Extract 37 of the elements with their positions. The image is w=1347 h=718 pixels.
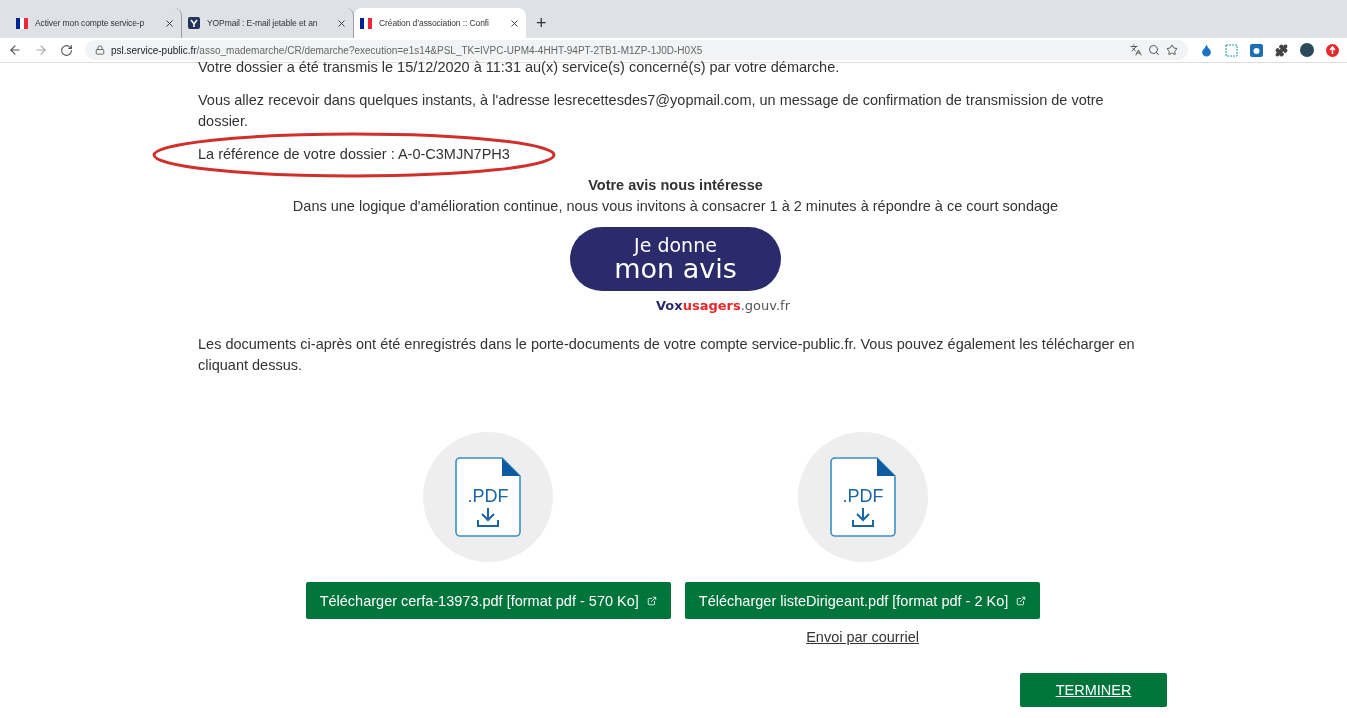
lock-icon (95, 45, 105, 55)
external-link-icon (646, 595, 657, 606)
survey-title: Votre avis nous intéresse (587, 176, 764, 195)
zoom-icon[interactable] (1148, 44, 1160, 56)
download-button[interactable]: Télécharger listeDirigeant.pdf [format pdf - 2 Ko] (684, 582, 1041, 619)
download-button[interactable]: Télécharger cerfa-13973.pdf [format pdf - 570 Ko] (305, 582, 671, 619)
transmission-text: Votre dossier a été transmis le 15/12/2020 à 11:31 au(x) service(s) concerné(s) par votre démarche. (198, 58, 841, 77)
external-link-icon (1016, 595, 1027, 606)
address-bar[interactable]: psl.service-public.fr/asso_mademarche/CR/demarche?execution=e1s14&PSL_TK=IVPC-UPM4-4HHT-94PT-2TB1-M1ZP-1J0D-H0X5 (85, 40, 1188, 60)
flag-icon (360, 17, 372, 29)
close-icon[interactable] (336, 17, 347, 29)
url-text: psl.service-public.fr/asso_mademarche/CR/demarche?execution=e1s14&PSL_TK=IVPC-UPM4-4HHT-94PT-2TB1-M1ZP-1J0D-H0X5 (111, 44, 703, 56)
finish-button[interactable]: TERMINER (1020, 673, 1167, 707)
bookmark-star-icon[interactable] (1166, 44, 1178, 56)
new-tab-button[interactable]: + (536, 13, 547, 38)
feedback-button[interactable]: Je donne mon avis (570, 227, 781, 291)
flag-icon (16, 17, 28, 29)
reload-icon[interactable] (60, 43, 73, 57)
translate-icon[interactable] (1130, 44, 1142, 56)
pdf-file-icon: .PDF (454, 456, 523, 538)
avatar-icon[interactable] (1300, 43, 1314, 57)
y-logo-icon (188, 17, 200, 29)
survey-text: Dans une logique d'amélioration continue, nous vous invitons à consacrer 1 à 2 minutes à répondre à ce court sondage (291, 197, 1060, 216)
voxusagers-logo: Voxusagers.gouv.fr (654, 297, 791, 315)
update-icon[interactable] (1326, 43, 1339, 57)
extensions-icon[interactable] (1275, 43, 1288, 57)
reference-text: La référence de votre dossier : A-0-C3MJN7PH3 (198, 144, 510, 165)
droplet-icon[interactable] (1200, 43, 1213, 57)
browser-tab[interactable]: Création d’association :: Confi (354, 8, 526, 38)
email-link[interactable]: Envoi par courriel (806, 627, 919, 648)
confirmation-text: Vous allez recevoir dans quelques instants, à l'adresse lesrecettesdes7@yopmail.com, un message de confirmation de transmission de votre dossier. (198, 91, 1105, 131)
pdf-file-icon: .PDF (828, 456, 897, 538)
documents-text: Les documents ci-après ont été enregistrés dans le porte-documents de votre compte service-public.fr. Vous pouvez également les télécharger en cliquant dessus. (198, 335, 1136, 375)
close-icon[interactable] (164, 17, 175, 29)
extension-icon[interactable] (1250, 43, 1263, 57)
back-icon[interactable] (8, 43, 22, 57)
close-icon[interactable] (509, 17, 520, 29)
